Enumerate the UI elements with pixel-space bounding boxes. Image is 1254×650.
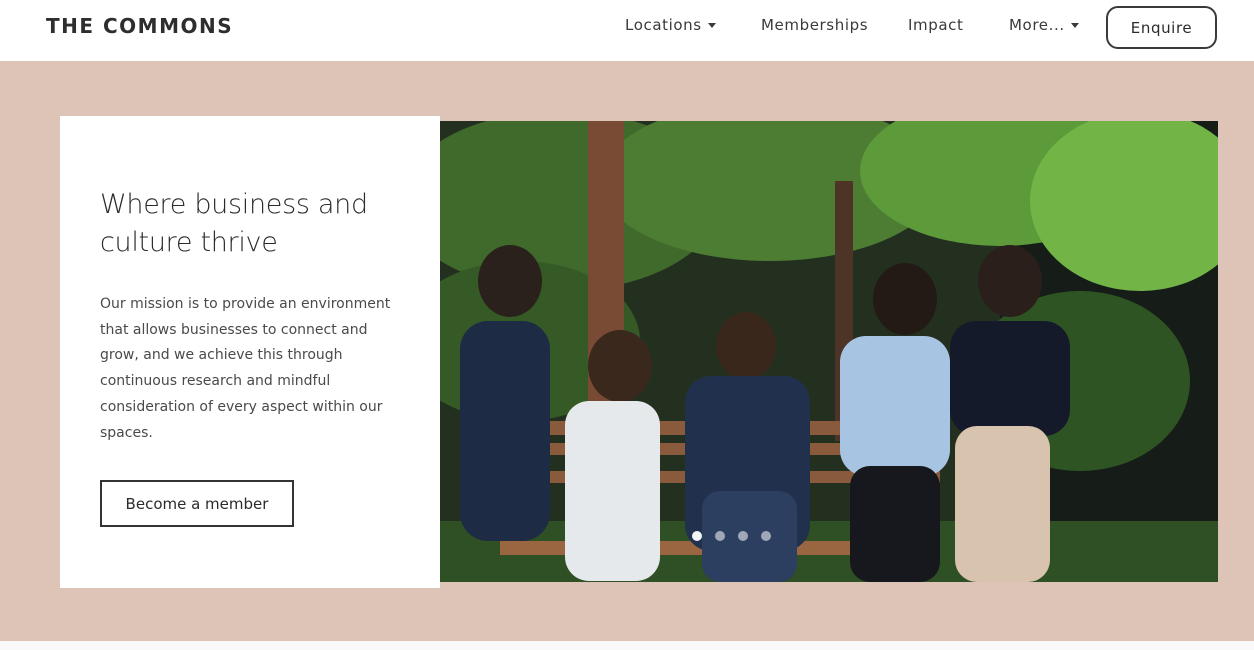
enquire-button[interactable]: Enquire bbox=[1106, 6, 1217, 49]
hero-description: Our mission is to provide an environment… bbox=[100, 296, 391, 441]
become-member-button[interactable]: Become a member bbox=[100, 480, 294, 527]
nav-more-label: More... bbox=[1009, 16, 1065, 34]
hero-photo-illustration bbox=[440, 121, 1218, 582]
hero-photo bbox=[440, 121, 1218, 582]
caret-down-icon bbox=[1070, 23, 1079, 28]
caret-down-icon bbox=[707, 23, 716, 28]
hero-card: Where business and culture thrive Our mi… bbox=[60, 116, 440, 588]
nav-more[interactable]: More... bbox=[1009, 16, 1079, 34]
nav-locations-label: Locations bbox=[625, 16, 702, 34]
nav-locations[interactable]: Locations bbox=[625, 16, 716, 34]
hero-title: Where business and culture thrive bbox=[100, 189, 368, 258]
section-divider bbox=[0, 641, 1254, 650]
nav-impact[interactable]: Impact bbox=[908, 16, 963, 34]
site-header: THE COMMONS Locations Memberships Impact… bbox=[0, 0, 1254, 61]
nav-memberships-label: Memberships bbox=[761, 16, 869, 34]
carousel-dot[interactable] bbox=[715, 531, 725, 541]
carousel-dot[interactable] bbox=[738, 531, 748, 541]
carousel-dot[interactable] bbox=[761, 531, 771, 541]
hero-section: Where business and culture thrive Our mi… bbox=[0, 61, 1254, 641]
carousel-dots bbox=[692, 531, 771, 541]
logo[interactable]: THE COMMONS bbox=[46, 14, 233, 38]
carousel-dot[interactable] bbox=[692, 531, 702, 541]
nav-memberships[interactable]: Memberships bbox=[761, 16, 868, 34]
nav-impact-label: Impact bbox=[908, 16, 964, 34]
